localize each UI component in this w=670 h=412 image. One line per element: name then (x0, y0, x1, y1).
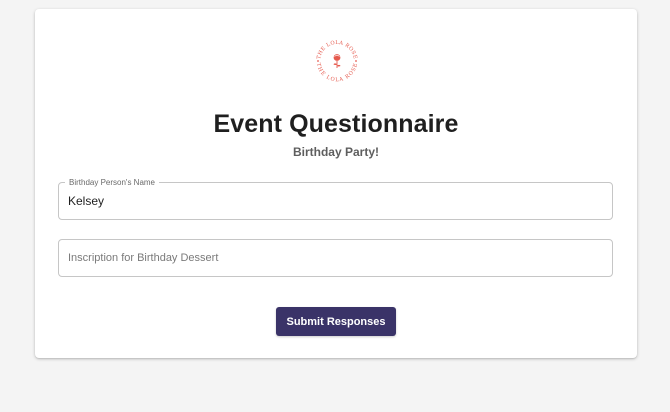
the-lola-rose-logo: THE LOLA ROSE THE LOLA ROSE (315, 40, 359, 83)
submit-responses-button[interactable]: Submit Responses (276, 307, 396, 336)
page-subtitle: Birthday Party! (292, 145, 380, 159)
questionnaire-card: THE LOLA ROSE THE LOLA ROSE Event Questi… (35, 9, 637, 358)
birthday-person-name-label: Birthday Person's Name (65, 177, 160, 188)
dessert-inscription-field[interactable]: Inscription for Birthday Dessert (58, 239, 613, 277)
birthday-person-name-field[interactable]: Birthday Person's Name Kelsey (58, 177, 613, 220)
dessert-inscription-placeholder: Inscription for Birthday Dessert (68, 252, 219, 264)
page-title: Event Questionnaire (213, 110, 459, 138)
birthday-person-name-value: Kelsey (68, 194, 105, 208)
